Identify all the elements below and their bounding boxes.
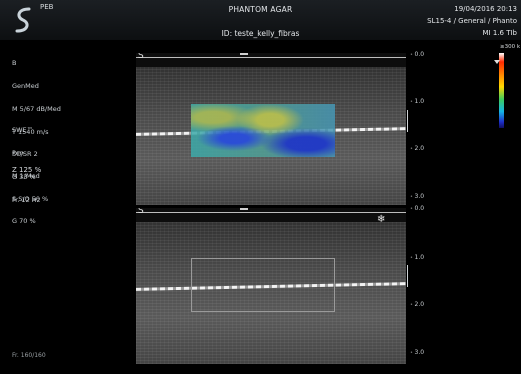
depth-label: • 0.0 — [410, 51, 425, 58]
roi-outline[interactable] — [191, 258, 335, 312]
focus-marker — [407, 110, 408, 132]
param-line: G 70 % — [12, 217, 36, 226]
param-line: S S/O 50 % — [12, 194, 49, 203]
elastography-roi[interactable] — [191, 104, 335, 157]
color-scale-max: ≥300 k — [500, 44, 521, 50]
color-scale-pointer — [494, 60, 500, 64]
mechanical-index: MI 1.6 TIb — [482, 29, 517, 37]
depth-label: • 3.0 — [410, 349, 425, 356]
snowflake-icon[interactable]: ❄ — [377, 214, 385, 225]
depth-label: • 1.0 — [410, 254, 425, 261]
orientation-marker: S — [138, 53, 144, 61]
swe-image-panel[interactable]: S — [136, 53, 406, 205]
exam-title: PHANTOM AGAR — [228, 5, 293, 14]
transducer-band — [136, 208, 406, 222]
center-mark — [240, 53, 248, 55]
orientation-marker: S — [138, 208, 144, 216]
date-time: 19/04/2016 20:13 — [454, 5, 517, 13]
transducer-band — [136, 53, 406, 67]
param-line: SWE™ — [12, 126, 34, 135]
param-line: GenMed — [12, 81, 39, 90]
bmode-image-panel[interactable]: S — [136, 208, 406, 364]
study-id: ID: teste_kelly_fibras — [221, 29, 300, 38]
transducer-line — [136, 57, 406, 58]
frame-counter: Fr. 160/160 — [12, 352, 46, 359]
param-line: B — [12, 59, 17, 68]
depth-label: • 2.0 — [410, 301, 425, 308]
param-line: Pen — [12, 148, 24, 157]
zoom-level: Z 125 % — [12, 166, 42, 174]
elasticity-color-bar — [499, 53, 504, 128]
focus-marker — [407, 265, 408, 287]
depth-label: • 1.0 — [410, 98, 425, 105]
depth-label: • 3.0 — [410, 193, 425, 200]
center-mark — [240, 208, 248, 210]
transducer-line — [136, 212, 406, 213]
depth-label: • 2.0 — [410, 145, 425, 152]
probe-preset: SL15-4 / General / Phanto — [427, 17, 517, 25]
depth-label: • 0.0 — [410, 205, 425, 212]
